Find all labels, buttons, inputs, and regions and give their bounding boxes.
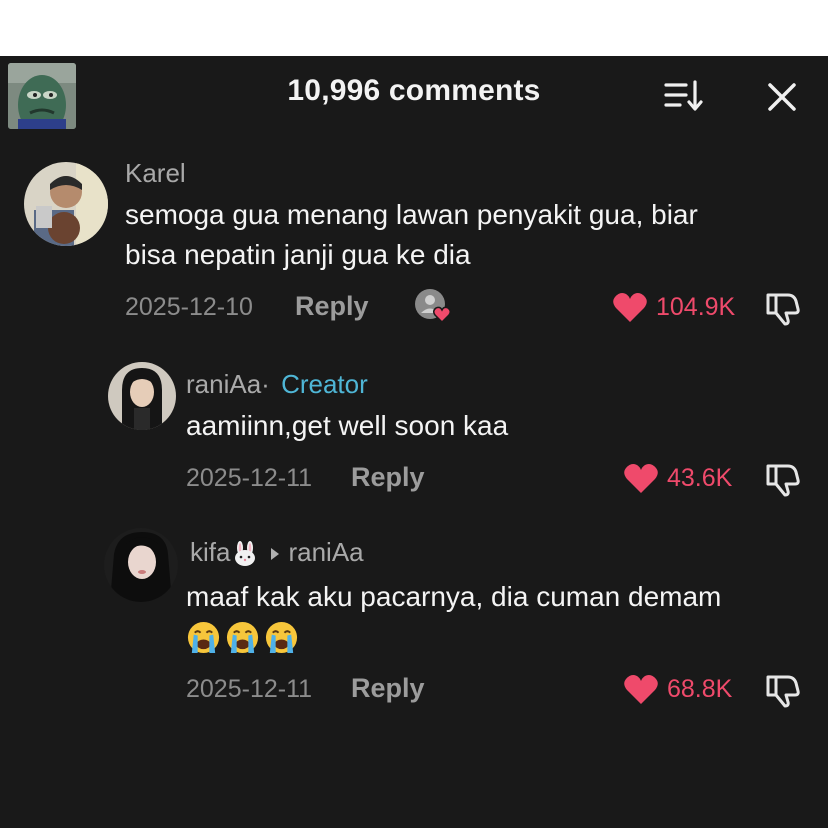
loudly-crying-face-icon: [265, 621, 298, 654]
loudly-crying-face-icon: [187, 621, 220, 654]
reply-button[interactable]: Reply: [351, 673, 425, 704]
like-button[interactable]: 43.6K: [623, 460, 732, 496]
username[interactable]: kifa: [190, 537, 230, 567]
close-button[interactable]: [762, 77, 802, 117]
heart-icon: [624, 464, 658, 493]
separator: ·: [261, 369, 270, 399]
dislike-button[interactable]: [764, 460, 802, 498]
avatar[interactable]: [104, 528, 178, 602]
avatar[interactable]: [24, 162, 108, 246]
username-row: kifa raniAa: [190, 537, 364, 568]
creator-badge: Creator: [281, 369, 368, 399]
comment-text-line: maaf kak aku pacarnya, dia cuman demam: [186, 581, 722, 612]
like-button[interactable]: 104.9K: [612, 289, 735, 325]
username[interactable]: Karel: [125, 158, 186, 189]
sort-icon: [664, 80, 703, 111]
dislike-button[interactable]: [764, 289, 802, 327]
username[interactable]: raniAa: [186, 369, 261, 399]
heart-icon: [613, 293, 647, 322]
reply-button[interactable]: Reply: [351, 462, 425, 493]
comment-text-line: aamiinn,get well soon kaa: [186, 410, 509, 441]
thumbs-down-icon: [766, 293, 800, 326]
comments-panel: 10,996 comments Karel semoga gua menang …: [0, 56, 828, 828]
comment-date: 2025-12-10: [125, 293, 253, 321]
sort-button[interactable]: [662, 78, 706, 114]
comment-date: 2025-12-11: [186, 464, 313, 492]
close-icon: [768, 83, 796, 111]
like-count: 43.6K: [667, 463, 733, 492]
thumbs-down-icon: [766, 675, 800, 708]
comment-date: 2025-12-11: [186, 675, 313, 703]
reply-button[interactable]: Reply: [295, 291, 369, 322]
creator-liked-icon: [412, 286, 456, 326]
like-count: 104.9K: [656, 292, 736, 321]
bunny-emoji-icon: [235, 541, 256, 567]
like-button[interactable]: 68.8K: [623, 671, 732, 707]
reply-to-username[interactable]: raniAa: [288, 537, 363, 567]
thumbs-down-icon: [766, 464, 800, 497]
comment-text-line: semoga gua menang lawan penyakit gua, bi…: [125, 199, 698, 230]
loudly-crying-face-icon: [226, 621, 259, 654]
reply-arrow-icon: [271, 548, 280, 561]
comment-text-line: bisa nepatin janji gua ke dia: [125, 239, 471, 270]
heart-icon: [624, 675, 658, 704]
like-count: 68.8K: [667, 674, 733, 703]
emoji-row: [186, 620, 299, 655]
username-row: raniAa· Creator: [186, 369, 368, 400]
dislike-button[interactable]: [764, 671, 802, 709]
avatar[interactable]: [108, 362, 176, 430]
